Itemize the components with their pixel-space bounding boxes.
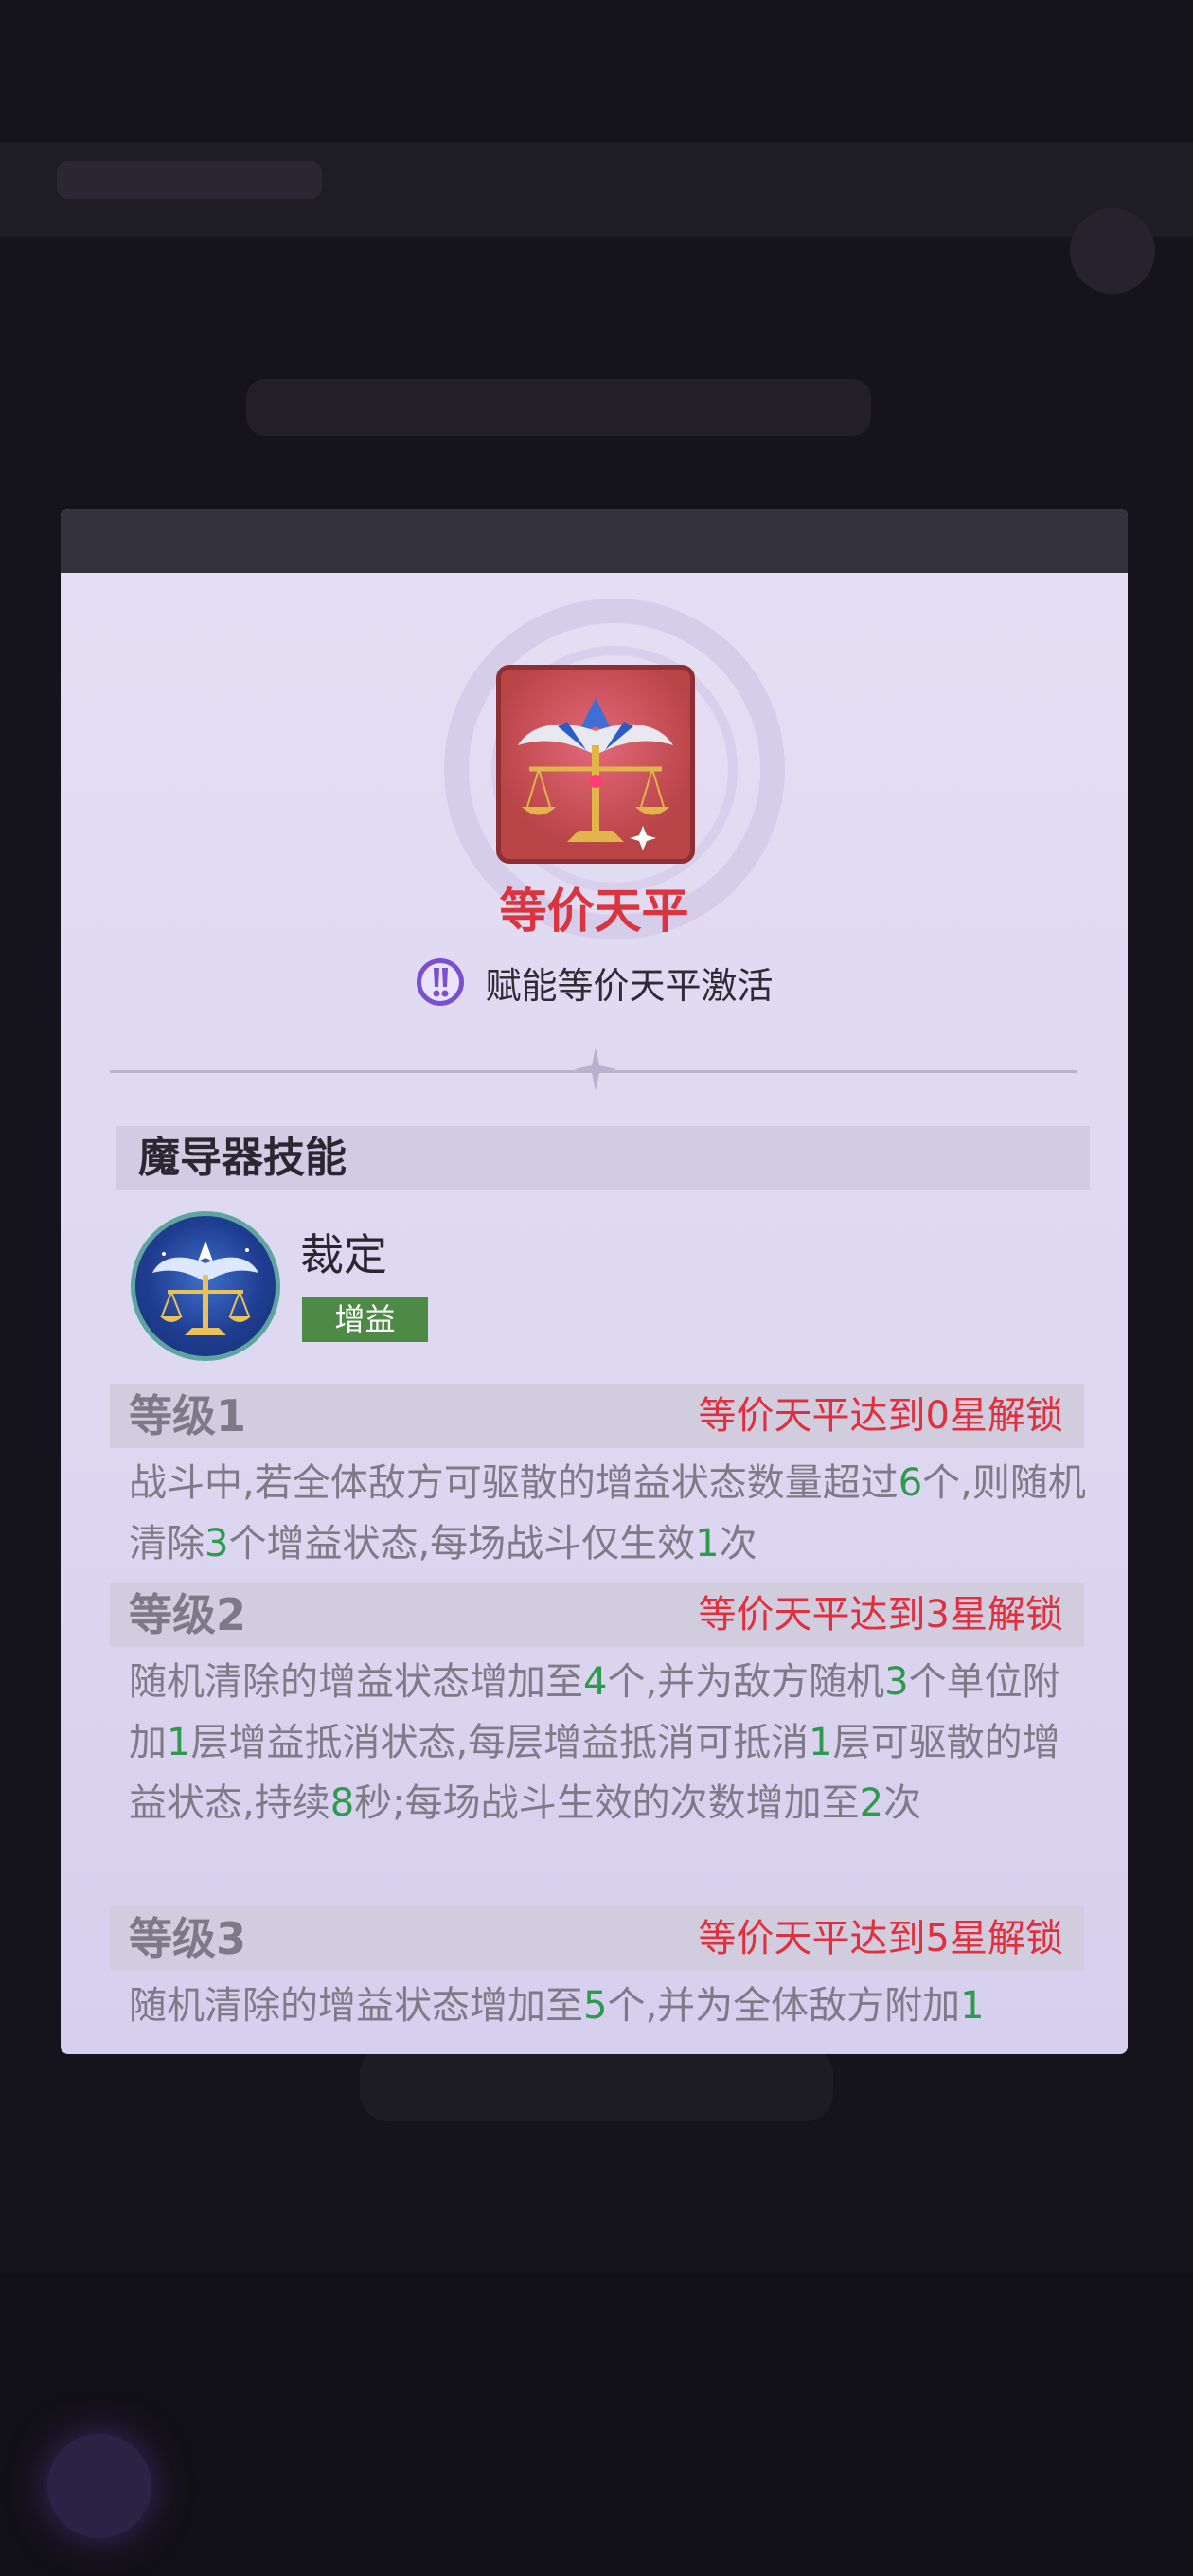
level-label: 等级3 (129, 1913, 247, 1964)
level-label: 等级2 (129, 1589, 247, 1640)
skill-name: 裁定 (300, 1229, 387, 1280)
background-bottom-bar (0, 2273, 1193, 2576)
level-1-description: 战斗中,若全体敌方可驱散的增益状态数量超过6个,则随机清除3个增益状态,每场战斗… (129, 1461, 1086, 1565)
item-title: 等价天平 (499, 884, 689, 939)
divider-left (110, 1070, 627, 1073)
background-banner (246, 379, 871, 436)
level-unlock-condition: 等价天平达到5星解锁 (698, 1917, 1063, 1960)
divider-right (616, 1070, 1077, 1073)
libra-scale-icon (496, 665, 695, 864)
level-1-header: 等级1 等价天平达到0星解锁 (110, 1384, 1084, 1448)
level-unlock-condition: 等价天平达到0星解锁 (698, 1394, 1063, 1438)
level-3-description: 随机清除的增益状态增加至5个,并为全体敌方附加1 (129, 1984, 985, 2028)
item-detail-modal: 等价天平 赋能等价天平激活 魔导器技能 裁定 增益 等级1 等价天平达到0星解锁… (61, 509, 1128, 2054)
libra-skill-icon (131, 1211, 280, 1361)
sparkle-divider-icon (574, 1047, 617, 1091)
level-label: 等级1 (129, 1390, 247, 1441)
activation-text: 赋能等价天平激活 (485, 964, 774, 1007)
background-title-area (57, 161, 322, 199)
level-3-header: 等级3 等价天平达到5星解锁 (110, 1906, 1084, 1971)
modal-header-bar (61, 509, 1128, 573)
level-unlock-condition: 等价天平达到3星解锁 (698, 1593, 1063, 1637)
level-2-description: 随机清除的增益状态增加至4个,并为敌方随机3个单位附加1层增益抵消状态,每层增益… (129, 1660, 1060, 1825)
section-heading-skills: 魔导器技能 (116, 1126, 1090, 1190)
activation-status: 赋能等价天平激活 (61, 954, 1128, 1011)
level-2-header: 等级2 等价天平达到3星解锁 (110, 1583, 1084, 1647)
background-button (360, 2046, 833, 2121)
background-avatar (1070, 208, 1155, 294)
skill-type-badge: 增益 (302, 1297, 428, 1342)
background-orb-icon (47, 2434, 151, 2538)
exclamation-badge-icon (417, 958, 465, 1006)
